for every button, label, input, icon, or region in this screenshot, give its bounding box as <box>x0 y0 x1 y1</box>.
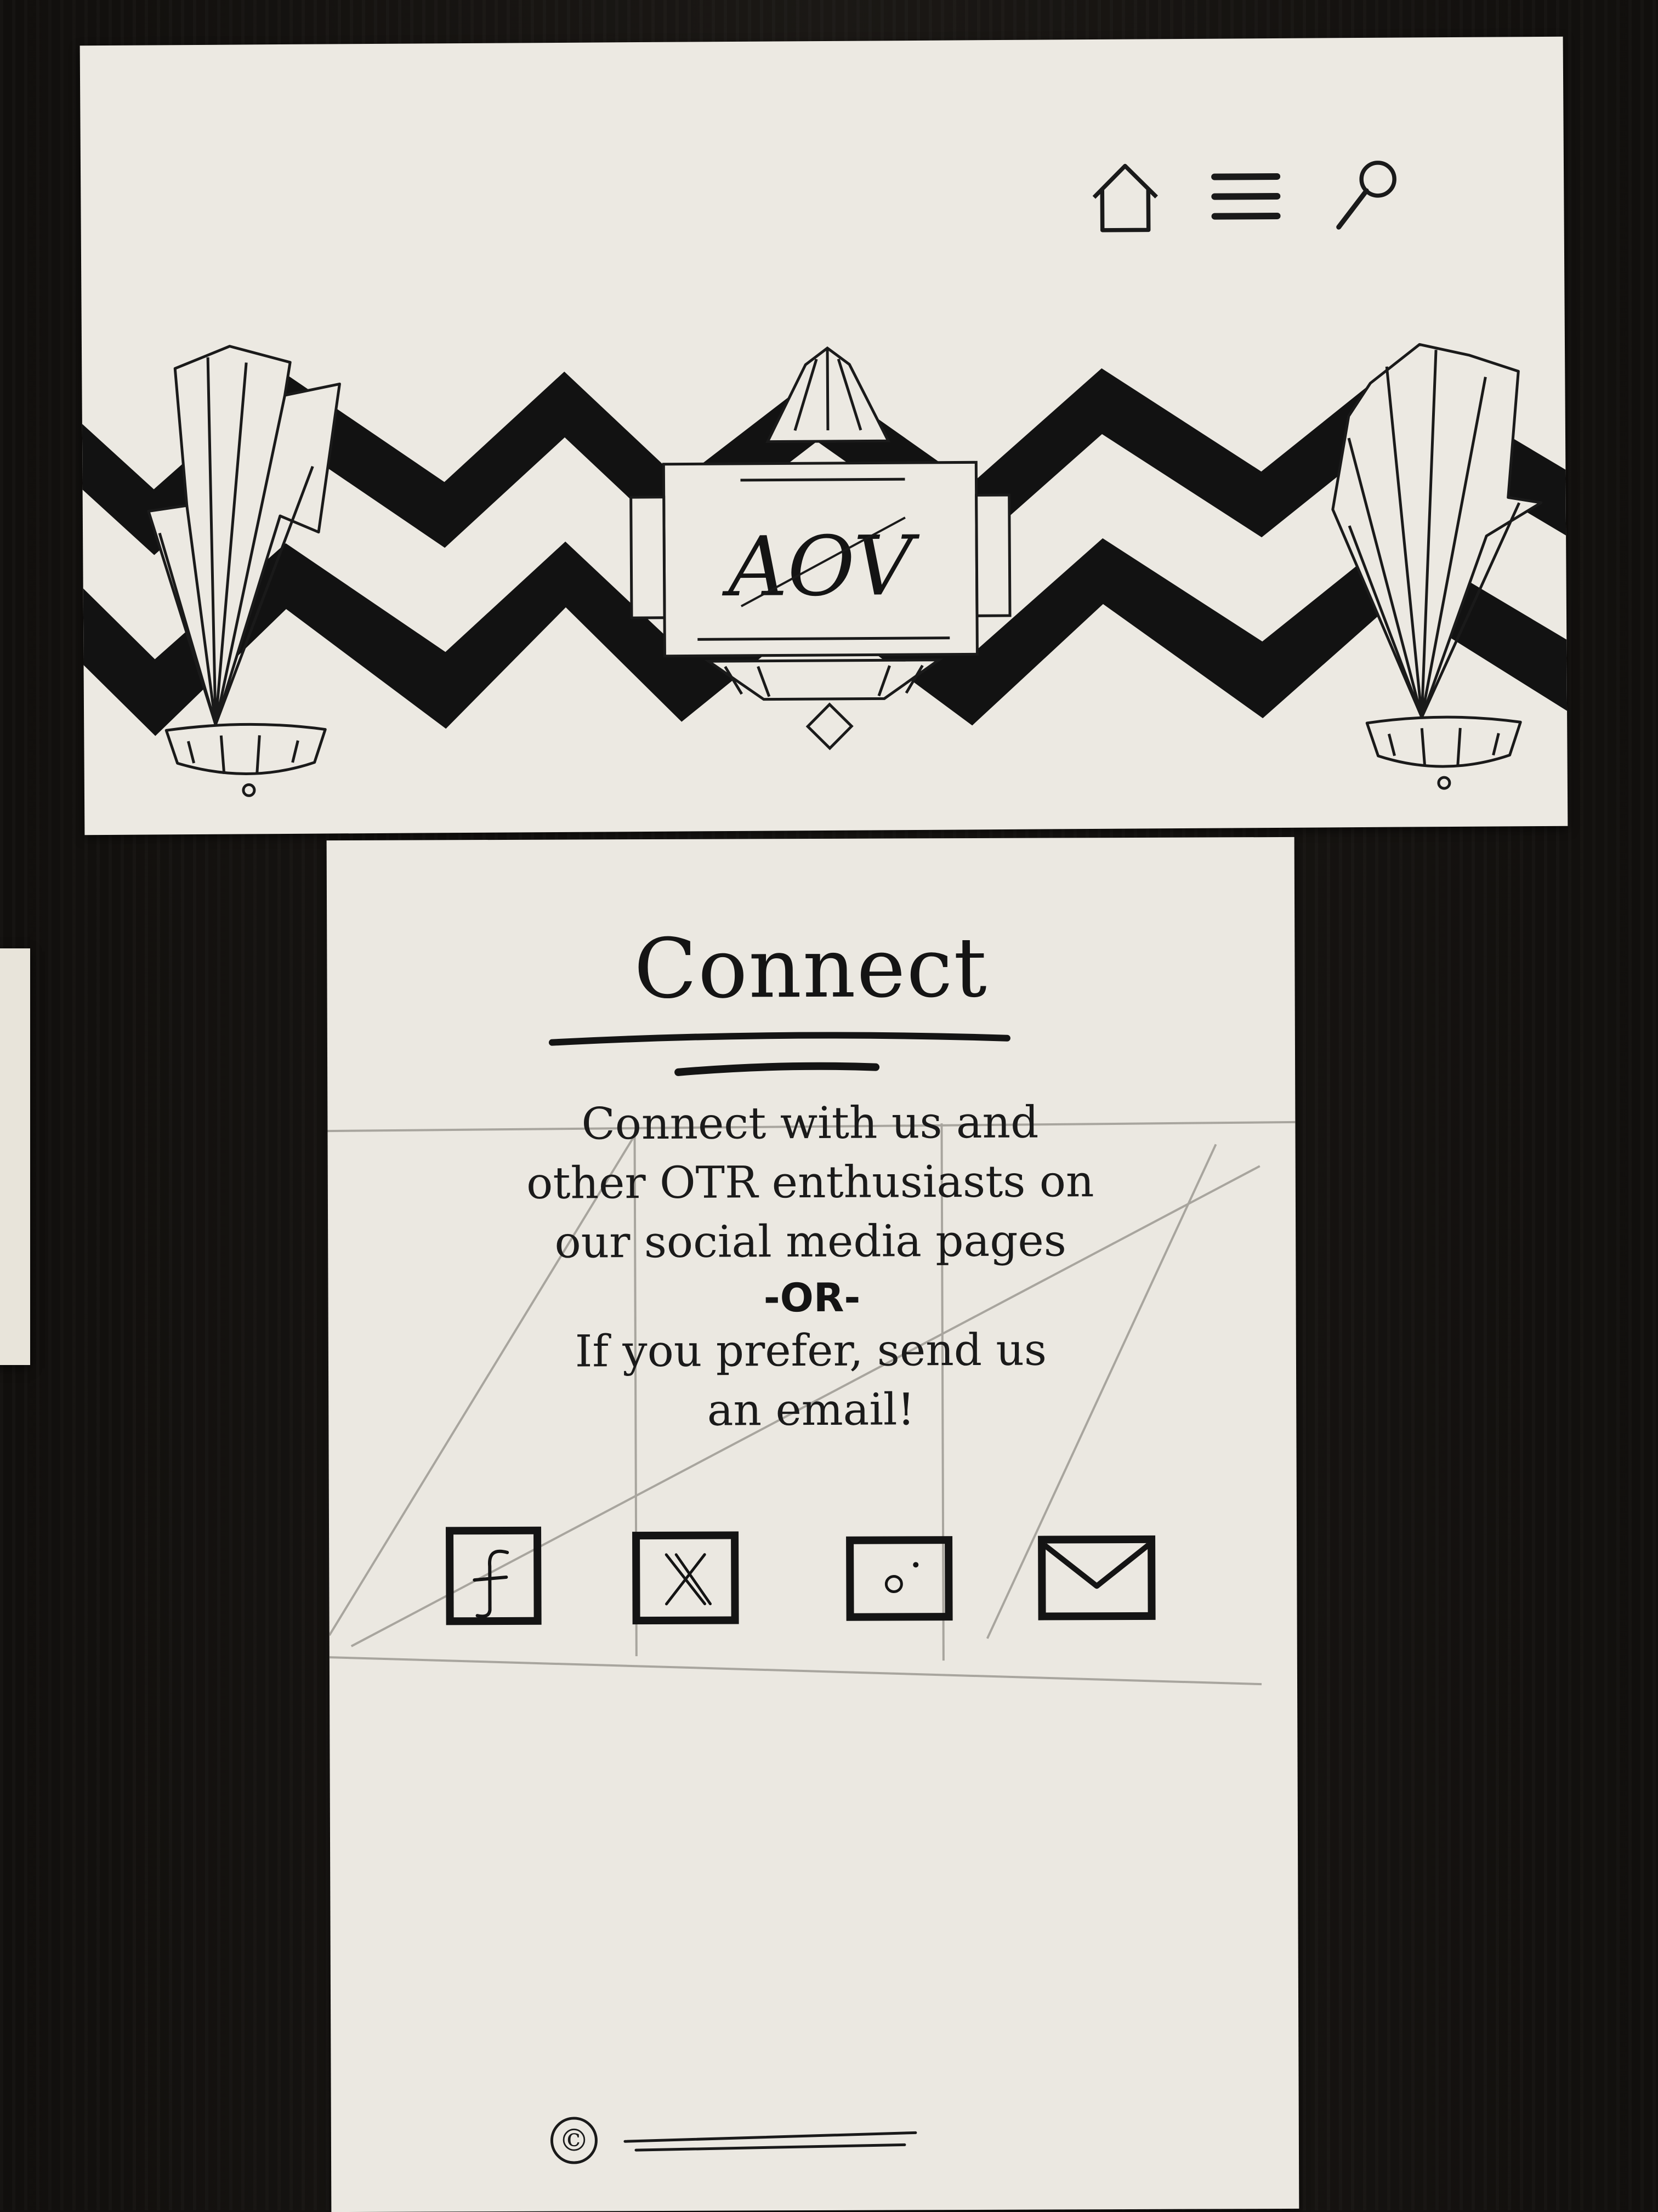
social-links <box>441 1520 1226 1648</box>
intro-text: Connect with us and other OTR enthusiast… <box>371 1092 1249 1273</box>
instagram-button[interactable] <box>842 1532 957 1625</box>
footer: © <box>550 2116 927 2164</box>
intro-line-3: our social media pages <box>554 1215 1067 1268</box>
facebook-button[interactable] <box>441 1522 546 1633</box>
adjacent-paper-scrap <box>0 948 30 1365</box>
intro-line-1: Connect with us and <box>581 1096 1039 1150</box>
page-title: Connect <box>633 920 988 1017</box>
x-twitter-button[interactable] <box>628 1527 743 1631</box>
header-card: AOV <box>80 36 1568 835</box>
instagram-icon <box>884 1562 919 1593</box>
top-nav <box>1084 152 1408 237</box>
title-underline <box>548 1032 1010 1076</box>
footer-text-placeholder <box>623 2131 917 2152</box>
art-deco-banner: AOV <box>82 343 1568 797</box>
intro-line-2: other OTR enthusiasts on <box>526 1156 1094 1209</box>
email-line-2: an email! <box>707 1384 915 1436</box>
connect-page-card: Connect Connect with us and other OTR en… <box>326 837 1299 2212</box>
facebook-icon <box>473 1549 509 1618</box>
home-icon[interactable] <box>1084 154 1167 237</box>
or-separator: -OR- <box>763 1274 861 1321</box>
x-twitter-icon <box>665 1553 712 1606</box>
email-text: If you prefer, send us an email! <box>372 1320 1250 1441</box>
right-fan-sconce <box>1331 343 1543 790</box>
hamburger-menu-icon[interactable] <box>1205 153 1287 236</box>
search-icon[interactable] <box>1325 152 1408 235</box>
email-line-1: If you prefer, send us <box>575 1324 1047 1377</box>
copyright-icon: © <box>550 2117 598 2164</box>
email-envelope-icon <box>1043 1542 1151 1589</box>
email-button[interactable] <box>1034 1531 1160 1625</box>
